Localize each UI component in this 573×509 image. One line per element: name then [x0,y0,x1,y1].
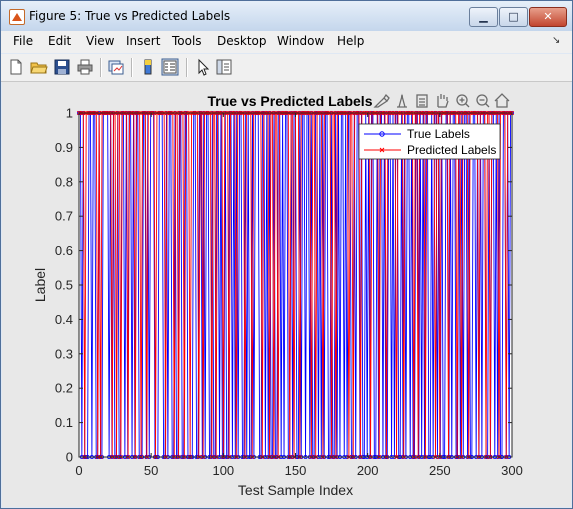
x-tick-label: 300 [501,463,523,478]
zoom-in-icon-handle [465,103,470,108]
brush-icon[interactable] [373,93,390,108]
y-tick-label: 0.6 [55,243,73,258]
data-tip-icon-shape [397,93,407,108]
x-axis-label: Test Sample Index [238,482,353,498]
y-tick-label: 0.5 [55,278,73,293]
pan-icon-shape [437,94,449,108]
legend[interactable]: True Labels Predicted Labels [358,123,501,160]
brush-icon-shape [373,93,390,108]
rotate-icon[interactable] [416,94,428,108]
x-tick-label: 0 [75,463,82,478]
home-icon[interactable] [494,93,510,108]
x-tick-label: 150 [285,463,307,478]
y-tick-label: 0.2 [55,381,73,396]
y-axis-label: Label [32,268,48,302]
y-tick-label: 0.9 [55,140,73,155]
x-tick-label: 50 [144,463,158,478]
data-tip-icon[interactable] [397,93,407,108]
x-tick-label: 250 [429,463,451,478]
chart-title: True vs Predicted Labels [208,93,373,109]
y-tick-label: 0.7 [55,209,73,224]
zoom-in-icon[interactable] [456,94,470,108]
y-tick-label: 0.4 [55,312,73,327]
y-tick-label: 0.3 [55,346,73,361]
y-tick-label: 0 [66,450,73,465]
legend-label: True Labels [407,127,470,141]
x-tick-label: 100 [212,463,234,478]
zoom-out-icon-handle [485,103,490,108]
home-icon-shape [494,93,510,108]
zoom-out-icon[interactable] [476,94,490,108]
y-tick-label: 0.8 [55,174,73,189]
plot-svg[interactable]: 0 50 100 150 200 250 300 0 0.1 0.2 0.3 0.4 0.5 0.6 0.7… [0,0,573,509]
y-tick-label: 0.1 [55,415,73,430]
pan-icon[interactable] [437,94,449,108]
rotate-icon-lines [419,98,425,106]
y-tick-label: 1 [66,106,73,121]
x-tick-label: 200 [357,463,379,478]
axes-toolbar [373,93,510,108]
legend-label: Predicted Labels [407,143,496,157]
